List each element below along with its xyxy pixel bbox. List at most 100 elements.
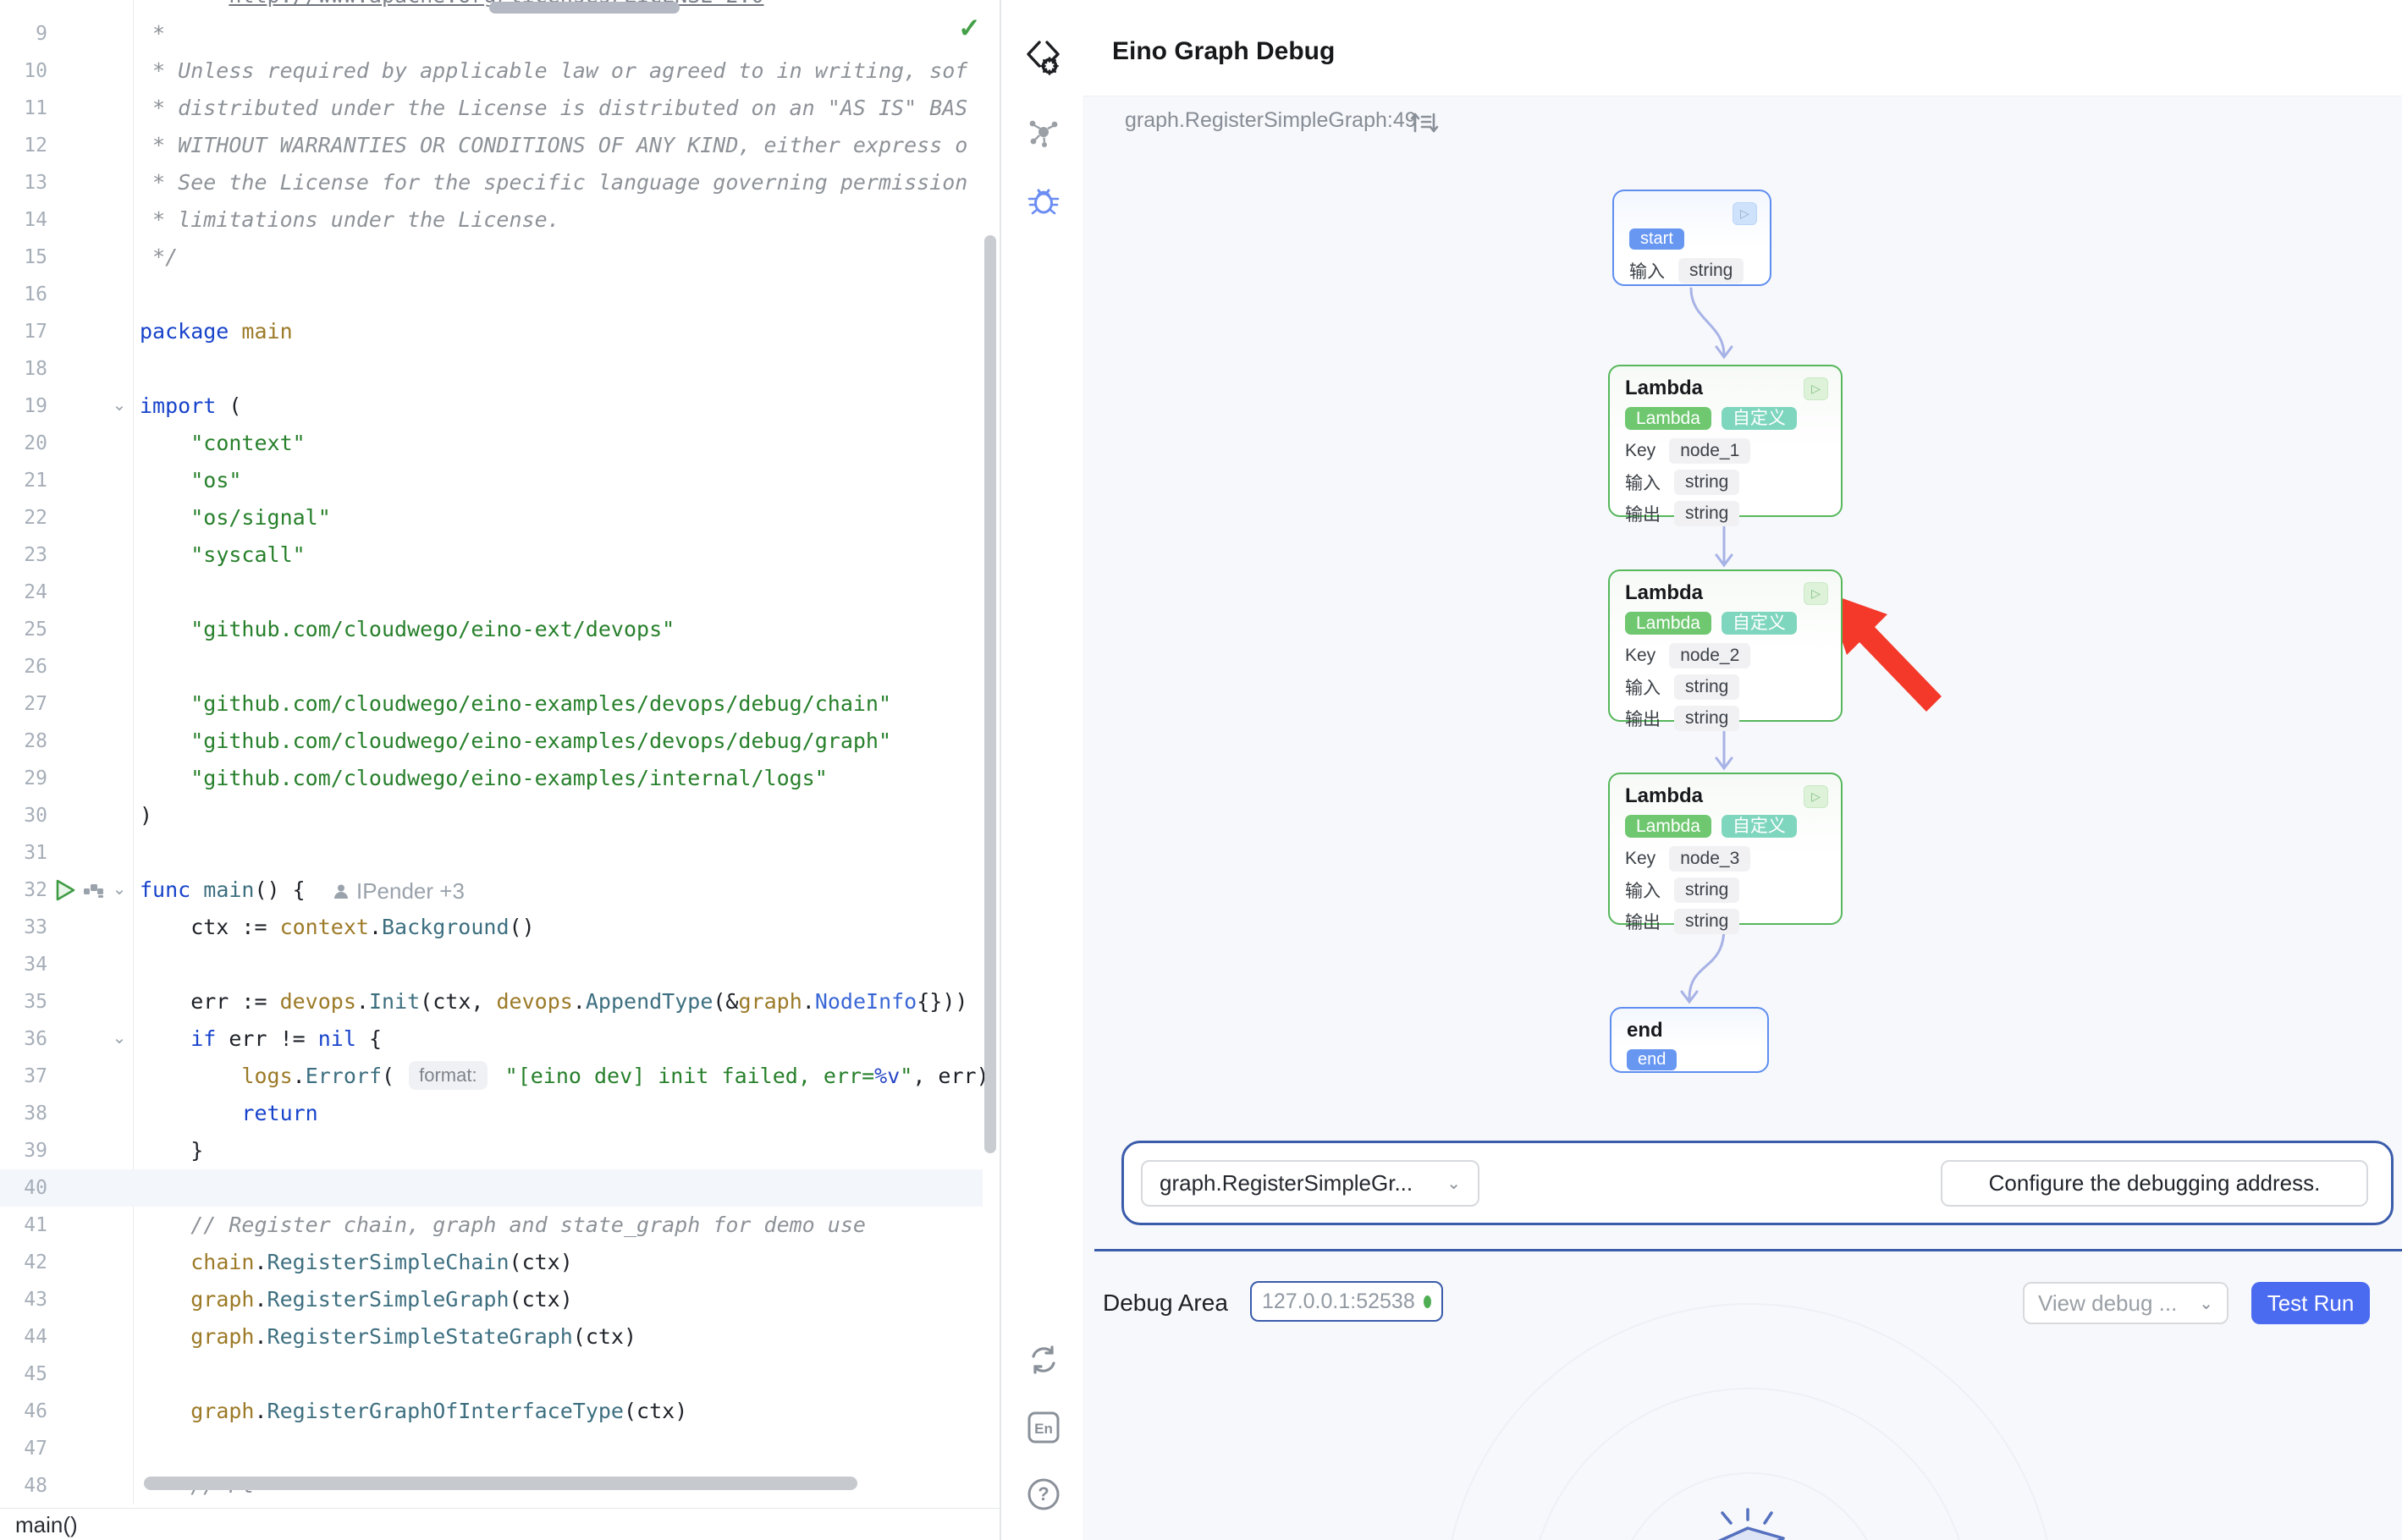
- code-line[interactable]: 33 ctx := context.Background(): [0, 909, 983, 946]
- run-button[interactable]: [54, 878, 76, 902]
- graph-node-start[interactable]: ▷start输入string: [1612, 190, 1771, 286]
- code-text: "context": [140, 425, 306, 462]
- code-line[interactable]: 24: [0, 574, 983, 611]
- cube-illustration: [1697, 1508, 1802, 1540]
- line-number: 48: [0, 1467, 47, 1504]
- node-row-value: string: [1674, 470, 1739, 495]
- code-text: "os/signal": [140, 499, 331, 536]
- node-title: end: [1627, 1019, 1767, 1042]
- line-number: 22: [0, 499, 47, 536]
- node-row: Key node_2: [1625, 643, 1841, 668]
- fold-chevron-icon[interactable]: ⌄: [108, 872, 130, 909]
- node-row-label: 输入: [1625, 877, 1661, 903]
- code-text: *: [140, 15, 165, 52]
- line-number: 47: [0, 1430, 47, 1467]
- code-line[interactable]: 18: [0, 350, 983, 388]
- node-title: Lambda: [1625, 784, 1841, 808]
- node-row: 输出string: [1625, 909, 1841, 934]
- code-line[interactable]: 23 "syscall": [0, 536, 983, 574]
- code-line[interactable]: 27 "github.com/cloudwego/eino-examples/d…: [0, 685, 983, 723]
- node-row-value: node_3: [1669, 846, 1750, 872]
- node-play-icon[interactable]: ▷: [1733, 202, 1757, 225]
- line-number: 9: [0, 15, 47, 52]
- fold-chevron-icon[interactable]: ⌄: [108, 388, 130, 425]
- code-line[interactable]: 34: [0, 946, 983, 983]
- code-line[interactable]: 30): [0, 797, 983, 834]
- node-row-label: Key: [1625, 849, 1656, 869]
- node-title: Lambda: [1625, 581, 1841, 605]
- code-line[interactable]: 12 * WITHOUT WARRANTIES OR CONDITIONS OF…: [0, 127, 983, 164]
- node-row-label: Key: [1625, 646, 1656, 666]
- code-line[interactable]: 22 "os/signal": [0, 499, 983, 536]
- node-custom-badge: 自定义: [1722, 612, 1797, 635]
- person-icon: [332, 883, 350, 901]
- graph-node-node_2[interactable]: ▷LambdaLambda自定义Keynode_2输入string输出strin…: [1608, 569, 1843, 722]
- code-vision-authors[interactable]: IPender +3: [332, 878, 465, 904]
- line-number: 32: [0, 872, 47, 909]
- line-number: 14: [0, 201, 47, 239]
- code-line[interactable]: 14 * limitations under the License.: [0, 201, 983, 239]
- node-custom-badge: 自定义: [1722, 815, 1797, 838]
- code-line[interactable]: 41 // Register chain, graph and state_gr…: [0, 1207, 983, 1244]
- line-number: 25: [0, 611, 47, 648]
- node-title: Lambda: [1625, 377, 1841, 400]
- node-row-label: 输入: [1625, 470, 1661, 495]
- node-row-value: string: [1674, 674, 1739, 700]
- node-row: 输入string: [1625, 674, 1841, 700]
- code-text: * limitations under the License.: [140, 201, 560, 239]
- code-line[interactable]: 38 return: [0, 1095, 983, 1132]
- line-number: 21: [0, 462, 47, 499]
- fold-chevron-icon[interactable]: ⌄: [108, 1020, 130, 1058]
- code-line[interactable]: 17package main: [0, 313, 983, 350]
- configure-address-button[interactable]: Configure the debugging address.: [1941, 1160, 2368, 1207]
- code-line[interactable]: 35 err := devops.Init(ctx, devops.Append…: [0, 983, 983, 1020]
- code-line[interactable]: 25 "github.com/cloudwego/eino-ext/devops…: [0, 611, 983, 648]
- code-text: "github.com/cloudwego/eino-examples/devo…: [140, 685, 891, 723]
- code-line[interactable]: 13 * See the License for the specific la…: [0, 164, 983, 201]
- graph-nodes-icon[interactable]: [1023, 113, 1064, 153]
- graph-select-dropdown[interactable]: graph.RegisterSimpleGr...⌄: [1141, 1160, 1479, 1207]
- code-line[interactable]: 31: [0, 834, 983, 872]
- debug-bug-icon[interactable]: [1023, 180, 1064, 221]
- vertical-scrollbar-thumb[interactable]: [984, 235, 996, 1153]
- code-line[interactable]: 10 * Unless required by applicable law o…: [0, 52, 983, 90]
- code-line[interactable]: 21 "os": [0, 462, 983, 499]
- code-line[interactable]: 32⌄func main() { IPender +3: [0, 872, 983, 909]
- code-line[interactable]: 36⌄ if err != nil {: [0, 1020, 983, 1058]
- inspections-ok-icon[interactable]: ✓: [958, 12, 981, 44]
- breadcrumb-main[interactable]: main(): [15, 1509, 78, 1540]
- profiler-icon[interactable]: [83, 881, 105, 899]
- graph-node-node_1[interactable]: ▷LambdaLambda自定义Keynode_1输入string输出strin…: [1608, 365, 1843, 517]
- logo-icon: [1023, 37, 1064, 78]
- code-line[interactable]: 40: [0, 1169, 983, 1207]
- line-number: 24: [0, 574, 47, 611]
- code-line[interactable]: 37 logs.Errorf( format: "[eino dev] init…: [0, 1058, 983, 1095]
- code-line[interactable]: 9 *: [0, 15, 983, 52]
- node-row-value: node_1: [1669, 438, 1750, 464]
- node-row: Key node_3: [1625, 846, 1841, 872]
- code-line[interactable]: 29 "github.com/cloudwego/eino-examples/i…: [0, 760, 983, 797]
- code-line[interactable]: 19⌄import (: [0, 388, 983, 425]
- code-line[interactable]: 15 */: [0, 239, 983, 276]
- sort-list-icon[interactable]: [1410, 110, 1439, 135]
- code-line[interactable]: 20 "context": [0, 425, 983, 462]
- code-line[interactable]: 26: [0, 648, 983, 685]
- floating-scrollbar-pill[interactable]: [489, 2, 680, 14]
- node-row-label: 输出: [1625, 501, 1661, 526]
- line-number: 37: [0, 1058, 47, 1095]
- code-line[interactable]: 11 * distributed under the License is di…: [0, 90, 983, 127]
- code-text: package main: [140, 313, 293, 350]
- graph-node-node_3[interactable]: ▷LambdaLambda自定义Keynode_3输入string输出strin…: [1608, 773, 1843, 925]
- code-text: * WITHOUT WARRANTIES OR CONDITIONS OF AN…: [140, 127, 967, 164]
- node-type-badge: Lambda: [1625, 407, 1711, 430]
- app-window: 9 *10 * Unless required by applicable la…: [0, 0, 2402, 1540]
- code-line[interactable]: 16: [0, 276, 983, 313]
- code-line[interactable]: 28 "github.com/cloudwego/eino-examples/d…: [0, 723, 983, 760]
- node-row-value: node_2: [1669, 643, 1750, 668]
- code-line[interactable]: 39 }: [0, 1132, 983, 1169]
- code-text: "github.com/cloudwego/eino-examples/inte…: [140, 760, 828, 797]
- line-number: 10: [0, 52, 47, 90]
- code-text: "syscall": [140, 536, 306, 574]
- line-number: 16: [0, 276, 47, 313]
- graph-node-end[interactable]: endend: [1610, 1007, 1769, 1073]
